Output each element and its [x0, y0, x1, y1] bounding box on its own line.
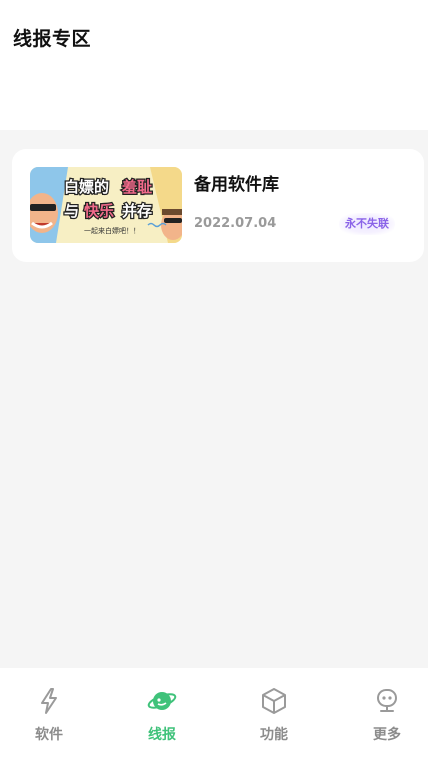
tab-software[interactable]: 软件	[14, 686, 84, 752]
card-date: 2022.07.04	[194, 216, 277, 231]
tab-function-label: 功能	[260, 727, 288, 743]
cube-icon	[262, 688, 286, 714]
bottom-tab-bar: 软件 线报 功能 更多	[0, 668, 428, 766]
header: 线报专区	[0, 0, 428, 130]
tab-news-label: 线报	[148, 727, 176, 743]
page-title: 线报专区	[13, 28, 92, 50]
tab-more-label: 更多	[373, 727, 401, 743]
tab-more[interactable]: 更多	[352, 686, 422, 752]
news-card[interactable]: 白嫖的 羞耻 与 快乐 并存 一起来白嫖吧！！ 备用软件库 2022.07.04…	[12, 149, 424, 262]
thumbnail-line2-tail: 并存	[122, 202, 152, 220]
card-tag: 永不失联	[339, 213, 395, 235]
planet-icon	[147, 692, 177, 710]
card-thumbnail: 白嫖的 羞耻 与 快乐 并存 一起来白嫖吧！！	[30, 167, 182, 243]
thumbnail-line1: 白嫖的	[64, 178, 109, 196]
thumbnail-caption: 一起来白嫖吧！！	[84, 226, 140, 235]
tab-software-label: 软件	[35, 727, 63, 743]
card-title: 备用软件库	[194, 175, 279, 195]
thumbnail-line2: 与	[64, 202, 79, 220]
robot-icon	[377, 689, 397, 712]
tab-function[interactable]: 功能	[239, 686, 309, 752]
thumbnail-line1-highlight: 羞耻	[121, 178, 152, 196]
tab-news[interactable]: 线报	[127, 686, 197, 752]
lightning-icon	[41, 688, 57, 714]
content-area: 白嫖的 羞耻 与 快乐 并存 一起来白嫖吧！！ 备用软件库 2022.07.04…	[0, 130, 428, 668]
thumbnail-image: 白嫖的 羞耻 与 快乐 并存 一起来白嫖吧！！	[30, 167, 182, 243]
thumbnail-line2-highlight: 快乐	[84, 202, 114, 220]
